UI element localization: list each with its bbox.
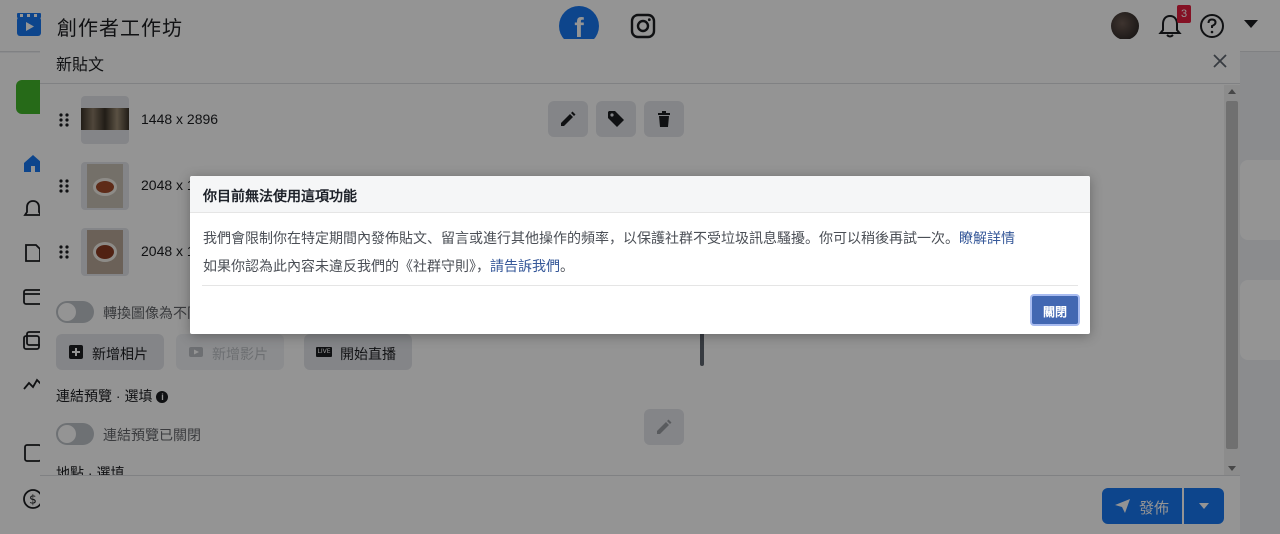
- dialog-message-line-1: 我們會限制你在特定期間內發佈貼文、留言或進行其他操作的頻率，以保護社群不受垃圾訊…: [203, 228, 1015, 248]
- dialog-title: 你目前無法使用這項功能: [203, 188, 357, 204]
- dialog-message-line-2: 如果你認為此內容未違反我們的《社群守則》，請告訴我們。: [203, 256, 574, 276]
- learn-more-link[interactable]: 瞭解詳情: [959, 230, 1015, 246]
- dialog-message: 我們會限制你在特定期間內發佈貼文、留言或進行其他操作的頻率，以保護社群不受垃圾訊…: [203, 230, 959, 246]
- dialog-divider: [202, 285, 1078, 286]
- close-dialog-label: 關閉: [1042, 305, 1067, 319]
- dialog-message-end: 。: [560, 258, 574, 274]
- dialog-message-2: 如果你認為此內容未違反我們的《社群守則》，: [203, 258, 490, 274]
- tell-us-link[interactable]: 請告訴我們: [490, 258, 560, 274]
- close-dialog-button[interactable]: 關閉: [1032, 296, 1078, 324]
- feature-blocked-dialog: 你目前無法使用這項功能 我們會限制你在特定期間內發佈貼文、留言或進行其他操作的頻…: [190, 176, 1090, 334]
- dialog-header: 你目前無法使用這項功能: [190, 176, 1090, 213]
